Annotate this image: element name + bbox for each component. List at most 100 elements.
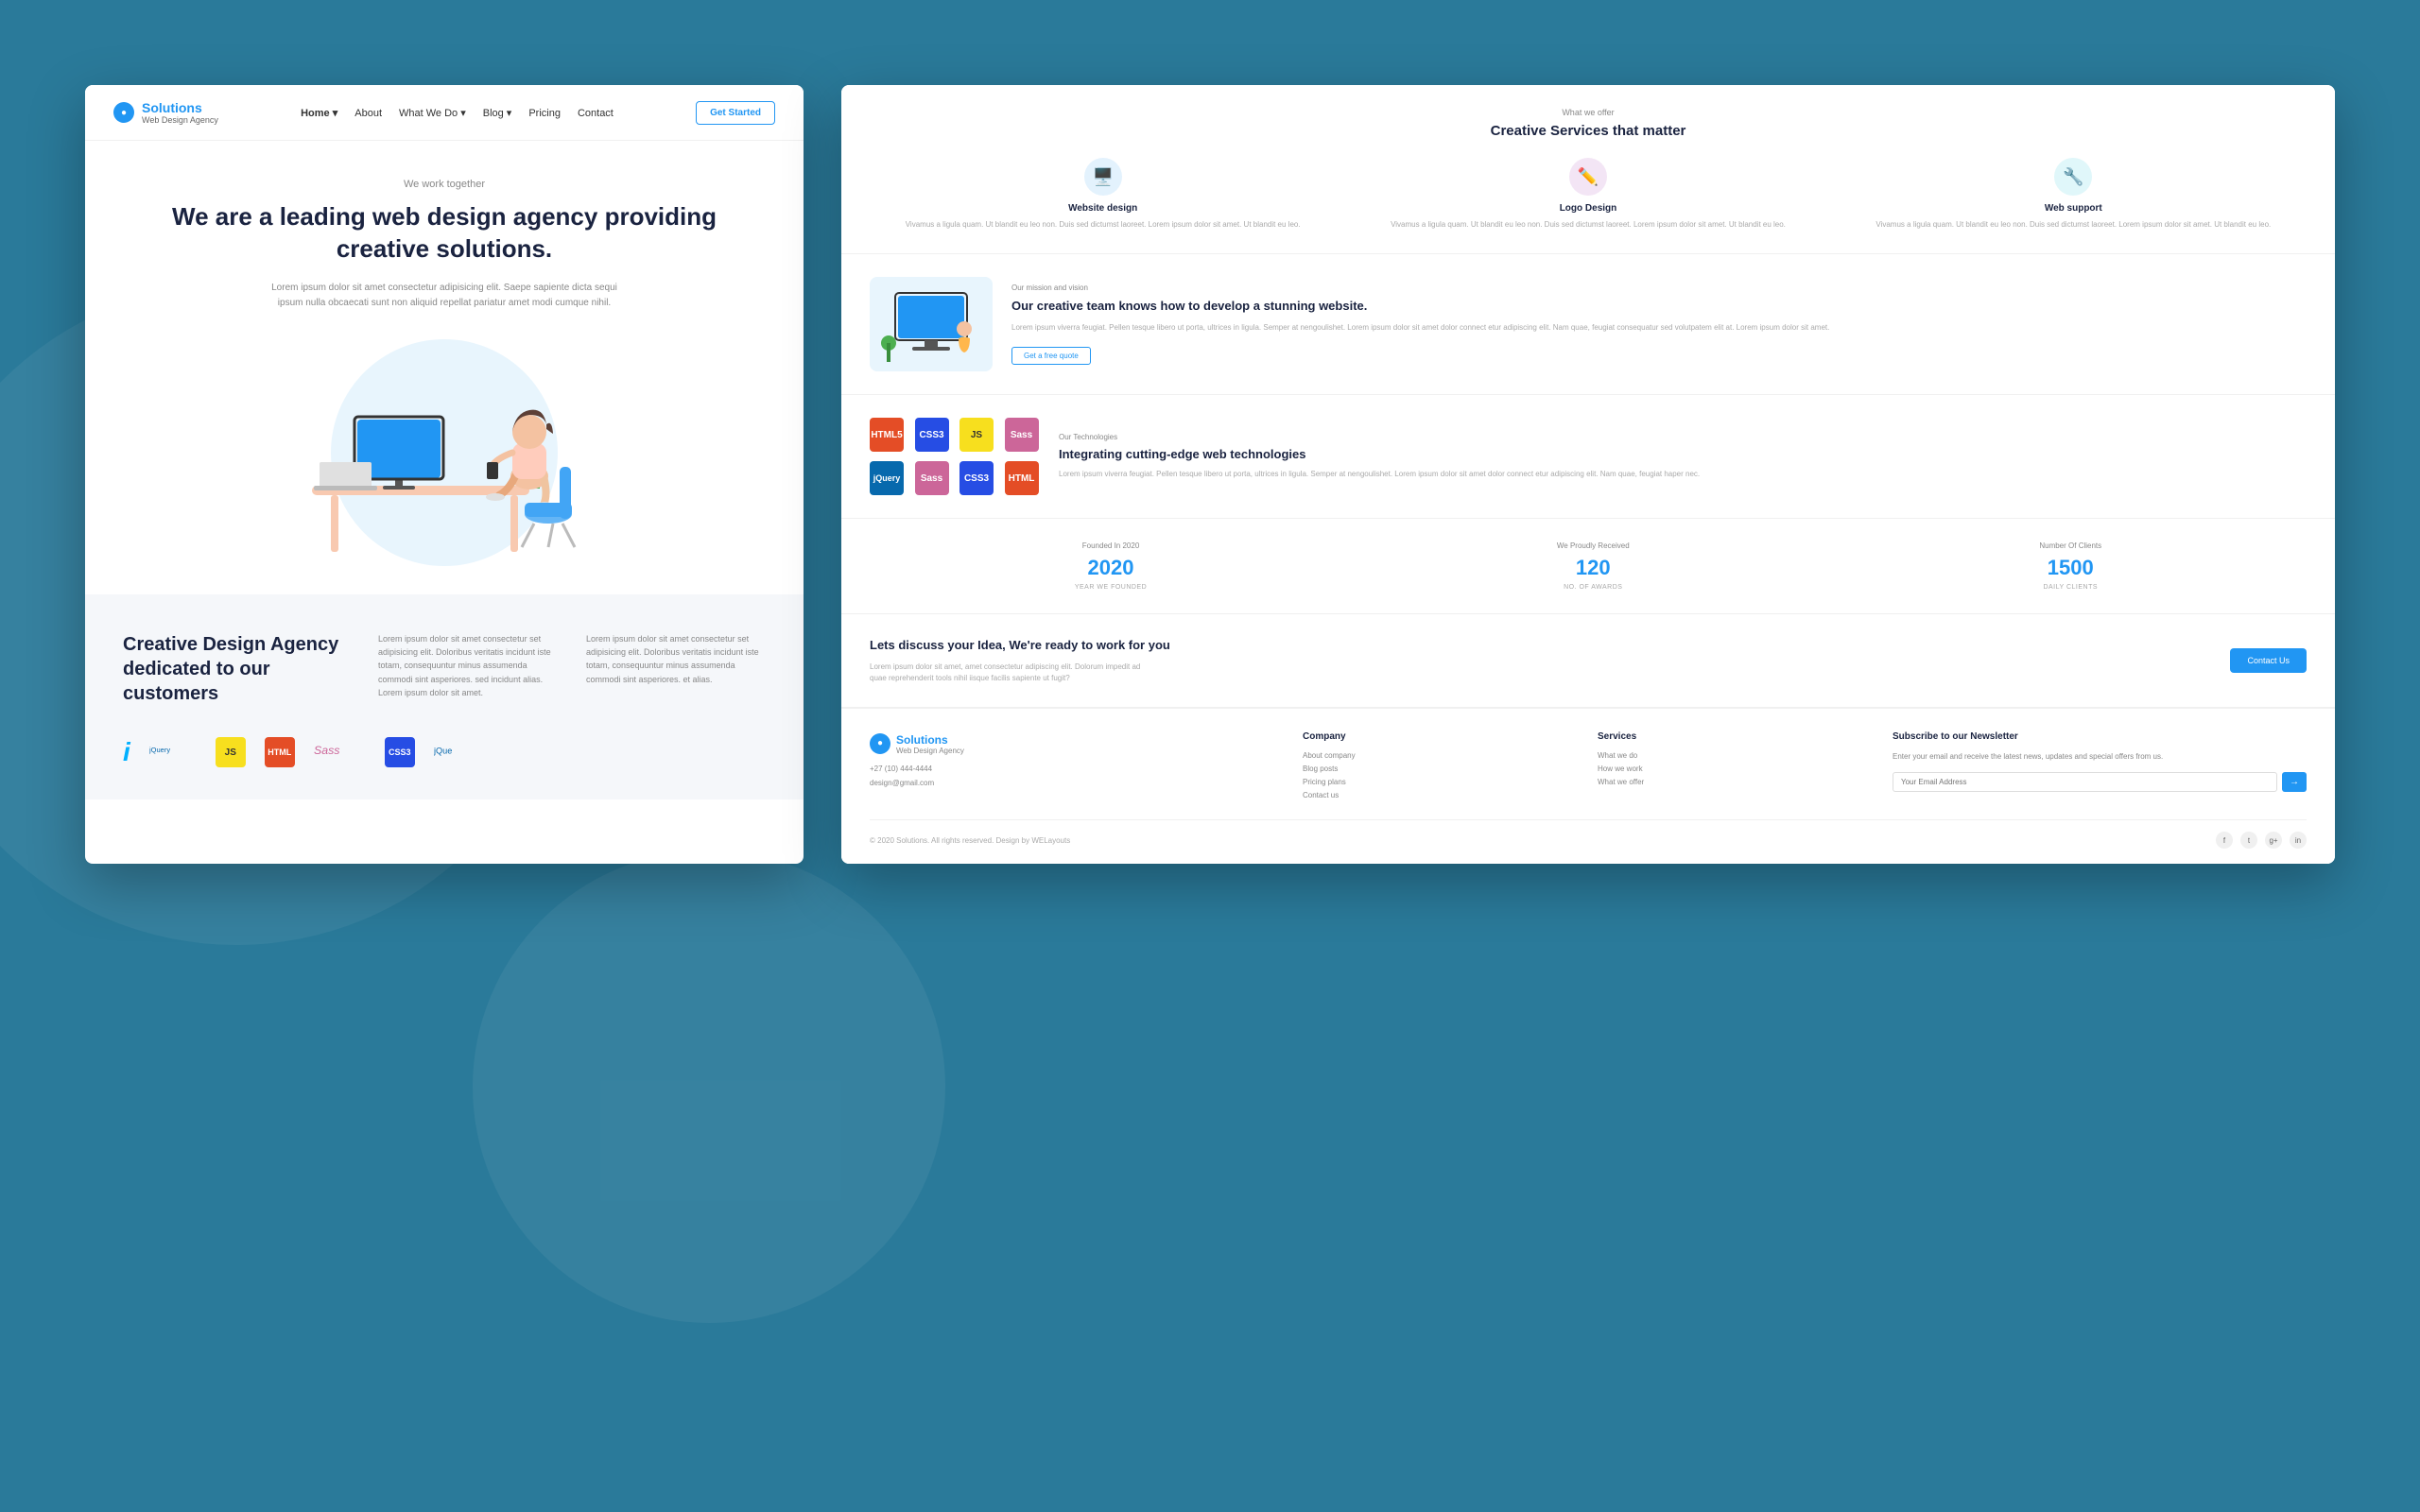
stat-awards: We Proudly Received 120 NO. OF AWARDS: [1557, 541, 1630, 591]
contact-button[interactable]: Contact Us: [2230, 648, 2307, 673]
footer-newsletter-text: Enter your email and receive the latest …: [1893, 751, 2307, 763]
service-card-2: ✏️ Logo Design Vivamus a ligula quam. Ut…: [1355, 158, 1821, 231]
nav-links: Home ▾ About What We Do ▾ Blog ▾ Pricing…: [301, 104, 614, 121]
mission-label: Our mission and vision: [1011, 284, 2307, 292]
social-googleplus[interactable]: g+: [2265, 832, 2282, 849]
logo-icon: ●: [113, 102, 134, 123]
footer-link-how-we-work[interactable]: How we work: [1598, 765, 1874, 773]
stat-awards-number: 120: [1557, 556, 1630, 580]
social-twitter[interactable]: t: [2240, 832, 2257, 849]
social-facebook[interactable]: f: [2216, 832, 2233, 849]
tech-logo-jque: jQue: [434, 736, 481, 769]
stat-founded-number: 2020: [1075, 556, 1147, 580]
mission-content: Our mission and vision Our creative team…: [1011, 284, 2307, 365]
tech-icon-js: JS: [959, 418, 994, 452]
nav-what-we-do[interactable]: What We Do ▾: [399, 108, 466, 119]
newsletter-submit-button[interactable]: →: [2282, 772, 2307, 792]
footer-company-title: Company: [1303, 731, 1579, 742]
logo-area: ● Solutions Web Design Agency: [113, 100, 218, 125]
footer-grid: ● Solutions Web Design Agency +27 (10) 4…: [870, 731, 2307, 804]
mission-title: Our creative team knows how to develop a…: [1011, 298, 2307, 315]
hero-illustration: [142, 330, 747, 576]
tech-logos-row: i jQuery JS HTML Sass: [123, 734, 766, 771]
footer-logo: ● Solutions Web Design Agency +27 (10) 4…: [870, 731, 1284, 804]
get-started-button[interactable]: Get Started: [696, 101, 775, 125]
tech-icon-jquery: jQuery: [870, 461, 904, 495]
tech-logo-jquery: jQuery: [149, 736, 197, 769]
service-icon-3: 🔧: [2054, 158, 2092, 196]
footer-services-links: What we do How we work What we offer: [1598, 751, 1874, 786]
left-website-panel: ● Solutions Web Design Agency Home ▾ Abo…: [85, 85, 804, 864]
svg-text:Sass: Sass: [314, 743, 339, 756]
tech-label: Our Technologies: [1059, 433, 2307, 441]
services-title: Creative Services that matter: [870, 123, 2307, 139]
footer-link-what-we-do[interactable]: What we do: [1598, 751, 1874, 760]
newsletter-email-input[interactable]: [1893, 772, 2277, 792]
footer-bottom: © 2020 Solutions. All rights reserved. D…: [870, 819, 2307, 849]
footer-link-what-we-offer[interactable]: What we offer: [1598, 778, 1874, 786]
svg-text:jQuery: jQuery: [149, 746, 170, 754]
social-linkedin[interactable]: in: [2290, 832, 2307, 849]
stat-clients-label: Number Of Clients: [2039, 541, 2101, 550]
footer-link-blog[interactable]: Blog posts: [1303, 765, 1579, 773]
stat-awards-sublabel: NO. OF AWARDS: [1557, 584, 1630, 591]
mission-svg: [870, 277, 993, 371]
tech-icon-html: HTML5: [870, 418, 904, 452]
quote-button[interactable]: Get a free quote: [1011, 347, 1091, 365]
cta-title: Lets discuss your Idea, We're ready to w…: [870, 637, 1170, 654]
cta-section: Lets discuss your Idea, We're ready to w…: [841, 614, 2335, 708]
tech-logo-1: i: [123, 737, 130, 767]
cta-description: Lorem ipsum dolor sit amet, amet consect…: [870, 662, 1153, 684]
hero-title: We are a leading web design agency provi…: [142, 201, 747, 266]
hero-section: We work together We are a leading web de…: [85, 141, 804, 594]
footer-link-about[interactable]: About company: [1303, 751, 1579, 760]
nav-contact[interactable]: Contact: [578, 108, 614, 119]
stat-founded: Founded In 2020 2020 YEAR WE FOUNDED: [1075, 541, 1147, 591]
bottom-title-col: Creative Design Agency dedicated to our …: [123, 632, 350, 725]
tech-icon-css3: CSS3: [959, 461, 994, 495]
service-card-1: 🖥️ Website design Vivamus a ligula quam.…: [870, 158, 1336, 231]
nav-about[interactable]: About: [354, 108, 382, 119]
footer-company-links: About company Blog posts Pricing plans C…: [1303, 751, 1579, 799]
tech-logo-sass: Sass: [314, 734, 366, 771]
tech-text: Lorem ipsum viverra feugiat. Pellen tesq…: [1059, 469, 2307, 481]
footer-services-col: Services What we do How we work What we …: [1598, 731, 1874, 804]
tech-title: Integrating cutting-edge web technologie…: [1059, 447, 2307, 461]
tech-section: HTML5 CSS3 JS Sass jQuery Sass CSS3 HTML…: [841, 395, 2335, 519]
stat-clients-sublabel: DAILY CLIENTS: [2039, 584, 2101, 591]
footer-contact: +27 (10) 444-4444 design@gmail.com: [870, 763, 1284, 790]
footer-services-title: Services: [1598, 731, 1874, 742]
tech-logo-css3: CSS3: [385, 737, 415, 767]
svg-text:jQue: jQue: [434, 746, 452, 755]
nav-blog[interactable]: Blog ▾: [483, 108, 512, 119]
service-name-1: Website design: [870, 203, 1336, 214]
nav-pricing[interactable]: Pricing: [528, 108, 561, 119]
service-card-3: 🔧 Web support Vivamus a ligula quam. Ut …: [1841, 158, 2307, 231]
tech-icon-css: CSS3: [915, 418, 949, 452]
footer-link-contact[interactable]: Contact us: [1303, 791, 1579, 799]
footer-brand-name: Solutions: [896, 733, 948, 747]
footer: ● Solutions Web Design Agency +27 (10) 4…: [841, 708, 2335, 864]
nav-home[interactable]: Home ▾: [301, 108, 337, 119]
right-panel: What we offer Creative Services that mat…: [841, 85, 2335, 864]
bottom-text-col-1: Lorem ipsum dolor sit amet consectetur s…: [378, 632, 558, 725]
tech-icon-sass: Sass: [1005, 418, 1039, 452]
footer-newsletter-title: Subscribe to our Newsletter: [1893, 731, 2307, 742]
tech-logo-js: JS: [216, 737, 246, 767]
services-label: What we offer: [870, 108, 2307, 117]
footer-link-pricing[interactable]: Pricing plans: [1303, 778, 1579, 786]
navigation: ● Solutions Web Design Agency Home ▾ Abo…: [85, 85, 804, 141]
logo-text: Solutions Web Design Agency: [142, 100, 218, 125]
service-name-2: Logo Design: [1355, 203, 1821, 214]
mission-section: Our mission and vision Our creative team…: [841, 254, 2335, 395]
copyright-text: © 2020 Solutions. All rights reserved. D…: [870, 836, 1070, 845]
service-icon-2: ✏️: [1569, 158, 1607, 196]
hero-subtitle: We work together: [142, 179, 747, 190]
tech-icon-sass2: Sass: [915, 461, 949, 495]
stat-clients: Number Of Clients 1500 DAILY CLIENTS: [2039, 541, 2101, 591]
services-section: What we offer Creative Services that mat…: [841, 85, 2335, 254]
stats-section: Founded In 2020 2020 YEAR WE FOUNDED We …: [841, 519, 2335, 614]
service-desc-2: Vivamus a ligula quam. Ut blandit eu leo…: [1355, 219, 1821, 231]
service-name-3: Web support: [1841, 203, 2307, 214]
bottom-section-title: Creative Design Agency dedicated to our …: [123, 632, 350, 706]
